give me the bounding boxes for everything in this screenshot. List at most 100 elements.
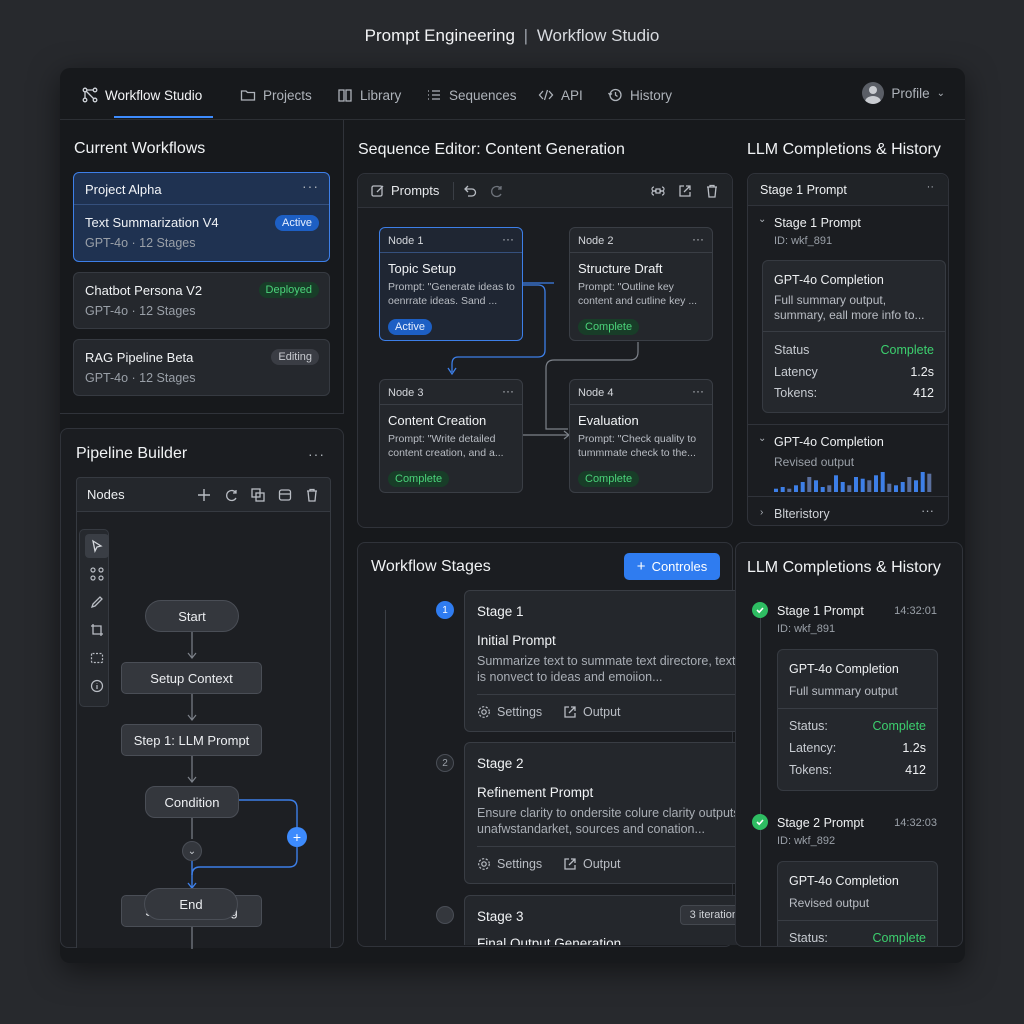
current-workflows-panel: Current Workflows Project Alpha ··· Text… [60, 120, 344, 414]
workflow-card-project-alpha[interactable]: Project Alpha ··· Text Summarization V4 … [73, 172, 330, 262]
sequence-node-2[interactable]: Node 2 ··· Structure Draft Prompt: "Outl… [569, 227, 713, 341]
output-button[interactable]: Output [563, 705, 621, 719]
flow-node-end[interactable]: End [144, 888, 238, 920]
workflow-subname: Text Summarization V4 [85, 215, 219, 230]
flow-node-llm-prompt[interactable]: Step 1: LLM Prompt [121, 724, 262, 756]
stage-description: Summarize text to summate text directore… [477, 654, 760, 684]
chevron-down-icon[interactable]: ⌄ [758, 433, 766, 444]
gear-icon [478, 706, 490, 718]
sparkline-bar [914, 480, 918, 492]
flow-node-setup-context[interactable]: Setup Context [121, 662, 262, 694]
sparkline-bar [807, 477, 812, 492]
completion-title: GPT-4o Completion [789, 874, 899, 888]
nav-projects[interactable]: Projects [240, 85, 312, 105]
latency-label: Latency: [789, 741, 837, 755]
status-badge: Active [275, 215, 319, 231]
check-circle-icon [752, 602, 768, 618]
stage-card-1[interactable]: Stage 1 ··· Initial Prompt Summarize tex… [464, 590, 780, 732]
app-window: Workflow Studio Projects Library Sequenc… [60, 68, 965, 963]
sparkline-bar [814, 480, 818, 492]
flow-node-condition[interactable]: Condition [145, 786, 239, 818]
nav-workflow-studio[interactable]: Workflow Studio [82, 85, 202, 105]
node-prompt: Prompt: "Write detailed content creation… [388, 433, 504, 459]
controls-button[interactable]: + Controles [624, 553, 720, 580]
sparkline-bar [927, 473, 932, 492]
sequence-node-1[interactable]: Node 1 ··· Topic Setup Prompt: "Generate… [379, 227, 523, 341]
sparkline-bar [854, 477, 858, 492]
pipeline-builder-panel: Pipeline Builder ··· Nodes Start Setup C… [60, 428, 344, 949]
nav-library[interactable]: Library [337, 85, 401, 105]
node-title: Topic Setup [388, 261, 456, 276]
divider [74, 204, 329, 205]
completion-text: Revised output [789, 896, 870, 910]
more-options-icon[interactable]: ·· [927, 181, 934, 193]
stage-number: 2 [436, 754, 454, 772]
nav-label: History [630, 87, 673, 103]
sparkline-bar [900, 482, 905, 492]
chevron-right-icon[interactable]: › [760, 507, 763, 518]
status-badge: Complete [578, 471, 640, 487]
add-branch-button[interactable]: + [287, 827, 307, 847]
sparkline-bar [907, 477, 912, 492]
chevron-down-icon[interactable]: ⌄ [758, 214, 766, 225]
more-options-icon[interactable]: ··· [692, 232, 704, 246]
stage-timeline [385, 610, 386, 940]
workflow-stages-title: Workflow Stages [371, 558, 491, 575]
nav-history[interactable]: History [607, 85, 672, 105]
settings-button[interactable]: Settings [477, 857, 542, 871]
stage-title: Stage 3 [477, 909, 524, 924]
profile-label: Profile [891, 85, 930, 101]
stage-title: Stage 1 [477, 604, 524, 619]
stage-card-2[interactable]: Stage 2 ··· Refinement Prompt Ensure cla… [464, 742, 780, 884]
llm-top-header: Stage 1 Prompt ·· [748, 174, 948, 206]
sparkline-bar [794, 485, 798, 492]
node-label: Node 2 [578, 235, 614, 247]
node-prompt: Prompt: "Check quality to tummmate check… [578, 433, 697, 459]
history-stage[interactable]: Stage 1 Prompt [777, 604, 864, 618]
stage-card-3[interactable]: Stage 3 3 iterations ⌄ Final Output Gene… [464, 895, 780, 945]
stage-heading: Final Output Generation [477, 936, 622, 945]
stage-description: Ensure clarity to ondersite colure clari… [477, 806, 754, 836]
more-options-icon[interactable]: ··· [502, 384, 514, 398]
sequence-node-3[interactable]: Node 3 ··· Content Creation Prompt: "Wri… [379, 379, 523, 493]
gear-icon [478, 858, 490, 870]
chevron-down-icon[interactable]: ⌄ [182, 841, 202, 861]
completion-card: GPT-4o Completion Full summary output St… [777, 649, 938, 791]
workflow-card-rag[interactable]: RAG Pipeline Beta Editing GPT-4o · 12 St… [73, 339, 330, 396]
llm-completions-bottom-panel: LLM Completions & History Stage 1 Prompt… [735, 542, 963, 947]
nav-label: Workflow Studio [105, 87, 203, 103]
completion-title: GPT-4o Completion [774, 273, 884, 287]
sparkline-bar [800, 482, 805, 492]
tokens-label: Tokens: [774, 386, 818, 400]
sequence-node-4[interactable]: Node 4 ··· Evaluation Prompt: "Check qua… [569, 379, 713, 493]
history-stage[interactable]: Stage 2 Prompt [777, 816, 864, 830]
more-options-icon[interactable]: ··· [692, 384, 704, 398]
sparkline-bar [787, 488, 792, 492]
flow-node-start[interactable]: Start [145, 600, 239, 632]
more-options-icon[interactable]: ··· [302, 178, 319, 194]
status-badge: Complete [578, 319, 640, 335]
latency-label: Latency [774, 365, 818, 379]
output-button[interactable]: Output [563, 857, 621, 871]
top-navigation: Workflow Studio Projects Library Sequenc… [60, 68, 965, 120]
node-prompt: Prompt: "Outline key content and cutline… [578, 281, 698, 307]
divider [763, 331, 945, 332]
sparkline-bar [774, 488, 778, 492]
workflow-card-chatbot[interactable]: Chatbot Persona V2 Deployed GPT-4o · 12 … [73, 272, 330, 329]
completion-card: GPT-4o Completion Full summary output, s… [762, 260, 946, 413]
stage-number [436, 906, 454, 924]
more-options-icon[interactable]: ··· [502, 232, 514, 246]
nav-sequences[interactable]: Sequences [426, 85, 517, 105]
folder-icon [240, 90, 256, 101]
settings-button[interactable]: Settings [477, 705, 542, 719]
completion-text: Full summary output, summary, eall more … [774, 293, 925, 322]
tokens-label: Tokens: [789, 763, 833, 777]
divider [748, 424, 948, 425]
more-options-icon[interactable]: ··· [921, 503, 934, 518]
nav-api[interactable]: API [538, 85, 583, 105]
history-footer[interactable]: Blteristory [774, 507, 830, 521]
latency-value: 1.2s [910, 365, 934, 379]
profile-menu[interactable]: Profile ⌄ [862, 82, 945, 104]
sparkline-bar [780, 487, 785, 492]
page-title: Prompt Engineering | Workflow Studio [0, 26, 1024, 46]
